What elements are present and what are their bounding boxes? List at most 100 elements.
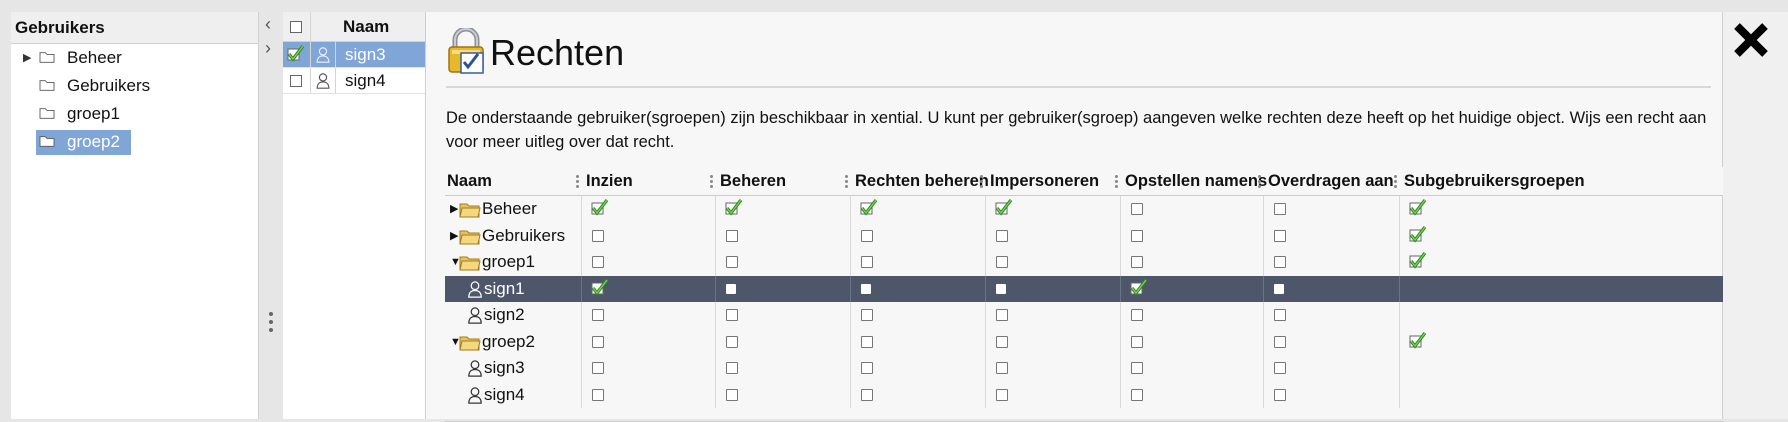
right-checkbox[interactable] (861, 309, 873, 321)
right-checkbox[interactable] (726, 388, 738, 401)
checkmark-icon[interactable] (1408, 197, 1428, 217)
expand-arrow-icon[interactable]: ▶ (23, 44, 31, 72)
member-row[interactable]: sign4 (283, 68, 433, 94)
expand-arrow-icon[interactable]: ▶ (450, 196, 458, 223)
member-row[interactable]: sign3 (283, 42, 433, 68)
right-checkbox[interactable] (861, 335, 873, 348)
member-name: sign4 (345, 71, 386, 90)
rights-row-groep2[interactable]: ▼ groep2 (445, 328, 1724, 355)
right-checkbox[interactable] (592, 335, 604, 348)
right-checkbox[interactable] (1274, 388, 1286, 401)
user-icon (316, 73, 330, 89)
member-checkbox[interactable] (290, 75, 302, 87)
rights-row-Gebruikers[interactable]: ▶ Gebruikers (445, 222, 1724, 250)
row-name: groep2 (482, 331, 535, 351)
chevron-left-icon[interactable]: ‹ (265, 14, 271, 35)
right-checkbox[interactable] (592, 256, 604, 268)
rights-row-sign4[interactable]: sign4 (445, 381, 1724, 408)
column-resize-icon[interactable] (845, 175, 849, 190)
right-checkbox[interactable] (1274, 203, 1286, 215)
members-name-header[interactable]: Naam (343, 12, 389, 42)
right-checkbox[interactable] (1131, 229, 1143, 242)
column-resize-icon[interactable] (1258, 175, 1262, 190)
right-checkbox[interactable] (1274, 283, 1284, 294)
right-checkbox[interactable] (726, 256, 738, 268)
right-checkbox[interactable] (1274, 229, 1286, 242)
column-header-inzien[interactable]: Inzien (576, 167, 633, 196)
right-checkbox[interactable] (726, 283, 736, 294)
checkmark-icon[interactable] (994, 197, 1014, 217)
column-header-beheren[interactable]: Beheren (710, 167, 786, 196)
tree-item-beheer[interactable]: ▶ Beheer (11, 44, 258, 72)
panel-splitter[interactable]: ‹ › (259, 12, 283, 419)
close-icon[interactable] (1731, 20, 1771, 60)
right-checkbox[interactable] (861, 256, 873, 268)
right-checkbox[interactable] (1274, 309, 1286, 321)
checkmark-icon[interactable] (859, 197, 879, 217)
tree-item-gebruikers[interactable]: Gebruikers (11, 72, 258, 100)
checkmark-icon[interactable] (1408, 250, 1428, 270)
right-checkbox[interactable] (996, 309, 1008, 321)
right-checkbox[interactable] (1131, 388, 1143, 401)
right-checkbox[interactable] (592, 388, 604, 401)
user-icon (316, 47, 330, 63)
right-checkbox[interactable] (1131, 362, 1143, 374)
rights-row-groep1[interactable]: ▼ groep1 (445, 249, 1724, 276)
column-resize-icon[interactable] (576, 175, 580, 190)
right-checkbox[interactable] (726, 309, 738, 321)
checkmark-icon[interactable] (590, 197, 610, 217)
column-header-subgebruikersgroepen[interactable]: Subgebruikersgroepen (1394, 167, 1585, 196)
right-checkbox[interactable] (1274, 335, 1286, 348)
chevron-right-icon[interactable]: › (265, 38, 271, 59)
right-checkbox[interactable] (996, 388, 1008, 401)
right-checkbox[interactable] (592, 229, 604, 242)
right-checkbox[interactable] (996, 256, 1008, 268)
row-name: sign2 (484, 305, 525, 324)
select-all-checkbox[interactable] (290, 21, 302, 33)
right-checkbox[interactable] (726, 362, 738, 374)
column-resize-icon[interactable] (980, 175, 984, 190)
column-resize-icon[interactable] (1394, 175, 1398, 190)
rights-row-sign2[interactable]: sign2 (445, 302, 1724, 329)
column-resize-icon[interactable] (710, 175, 714, 190)
column-header-impersoneren[interactable]: Impersoneren (980, 167, 1099, 196)
rights-row-sign3[interactable]: sign3 (445, 355, 1724, 382)
right-checkbox[interactable] (861, 229, 873, 242)
column-header-naam[interactable]: Naam (447, 167, 492, 196)
right-checkbox[interactable] (726, 229, 738, 242)
column-resize-icon[interactable] (1115, 175, 1119, 190)
right-checkbox[interactable] (996, 362, 1008, 374)
right-checkbox[interactable] (996, 335, 1008, 348)
right-checkbox[interactable] (1131, 203, 1143, 215)
rights-row-Beheer[interactable]: ▶ Beheer (445, 196, 1724, 223)
right-checkbox[interactable] (726, 335, 738, 348)
right-checkbox[interactable] (1274, 362, 1286, 374)
close-area (1723, 12, 1788, 419)
checkmark-icon[interactable] (1408, 330, 1428, 350)
column-header-overdragen-aan[interactable]: Overdragen aan (1258, 167, 1394, 196)
right-checkbox[interactable] (592, 309, 604, 321)
right-checkbox[interactable] (1274, 256, 1286, 268)
checkmark-icon[interactable] (286, 43, 306, 63)
right-checkbox[interactable] (1131, 256, 1143, 268)
splitter-grip-icon[interactable] (268, 312, 274, 336)
checkmark-icon[interactable] (1408, 224, 1428, 244)
rights-row-sign1[interactable]: sign1 (445, 275, 1724, 302)
checkmark-icon[interactable] (1129, 277, 1149, 297)
checkmark-icon[interactable] (724, 197, 744, 217)
right-checkbox[interactable] (1131, 309, 1143, 321)
expand-arrow-icon[interactable]: ▶ (450, 223, 458, 250)
checkmark-icon[interactable] (590, 277, 610, 297)
tree-item-groep2[interactable]: groep2 (11, 128, 258, 156)
lock-check-icon (448, 28, 484, 74)
tree-item-groep1[interactable]: groep1 (11, 100, 258, 128)
column-header-rechten-beheren[interactable]: Rechten beheren (845, 167, 989, 196)
right-checkbox[interactable] (592, 362, 604, 374)
right-checkbox[interactable] (996, 229, 1008, 242)
right-checkbox[interactable] (996, 283, 1006, 294)
column-header-opstellen-namens[interactable]: Opstellen namens (1115, 167, 1267, 196)
right-checkbox[interactable] (861, 388, 873, 401)
right-checkbox[interactable] (1131, 335, 1143, 348)
right-checkbox[interactable] (861, 362, 873, 374)
right-checkbox[interactable] (861, 283, 871, 294)
